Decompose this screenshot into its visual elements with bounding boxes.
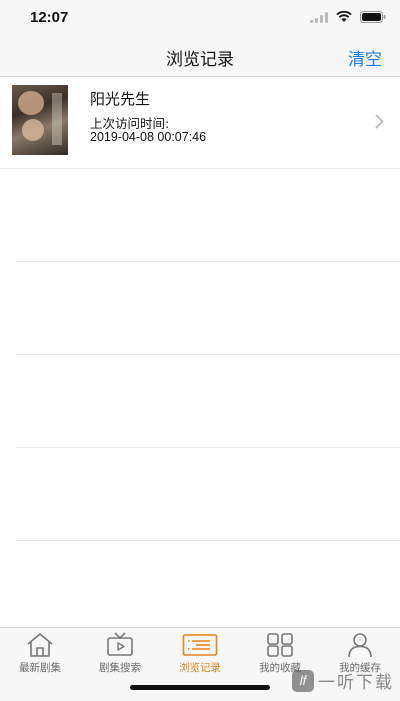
home-icon (27, 633, 53, 657)
list-icon (182, 634, 218, 656)
signal-icon (310, 11, 328, 23)
chevron-right-icon (375, 114, 384, 129)
status-icons (310, 11, 386, 23)
history-row[interactable]: 阳光先生 上次访问时间: 2019-04-08 00:07:46 (0, 77, 400, 169)
tab-search[interactable]: 剧集搜索 (80, 632, 160, 677)
tab-label: 浏览记录 (179, 662, 221, 674)
history-list: 阳光先生 上次访问时间: 2019-04-08 00:07:46 (0, 77, 400, 541)
page-title: 浏览记录 (166, 50, 234, 70)
battery-icon (360, 11, 386, 23)
watermark-logo-icon: lf (292, 669, 314, 692)
tab-latest[interactable]: 最新剧集 (0, 632, 80, 677)
home-indicator (130, 685, 270, 690)
empty-row (16, 262, 400, 355)
history-title: 阳光先生 (90, 90, 151, 108)
clear-button[interactable]: 清空 (348, 45, 382, 70)
last-visit-time: 2019-04-08 00:07:46 (90, 130, 207, 144)
person-icon (348, 633, 372, 658)
poster-thumbnail (12, 85, 68, 155)
watermark-text: 一听下载 (318, 673, 394, 693)
tab-label: 剧集搜索 (99, 662, 141, 674)
empty-row (16, 355, 400, 448)
wifi-icon (336, 11, 352, 22)
tab-history[interactable]: 浏览记录 (160, 632, 240, 677)
tv-icon (107, 632, 133, 656)
grid-icon (267, 633, 293, 657)
empty-row (16, 169, 400, 262)
tab-label: 最新剧集 (19, 662, 61, 674)
watermark: lf 一听下载 (292, 668, 394, 693)
empty-row (16, 448, 400, 541)
nav-bar: 浏览记录 清空 (0, 36, 400, 77)
status-bar: 12:07 (0, 0, 400, 36)
status-time: 12:07 (30, 9, 69, 26)
